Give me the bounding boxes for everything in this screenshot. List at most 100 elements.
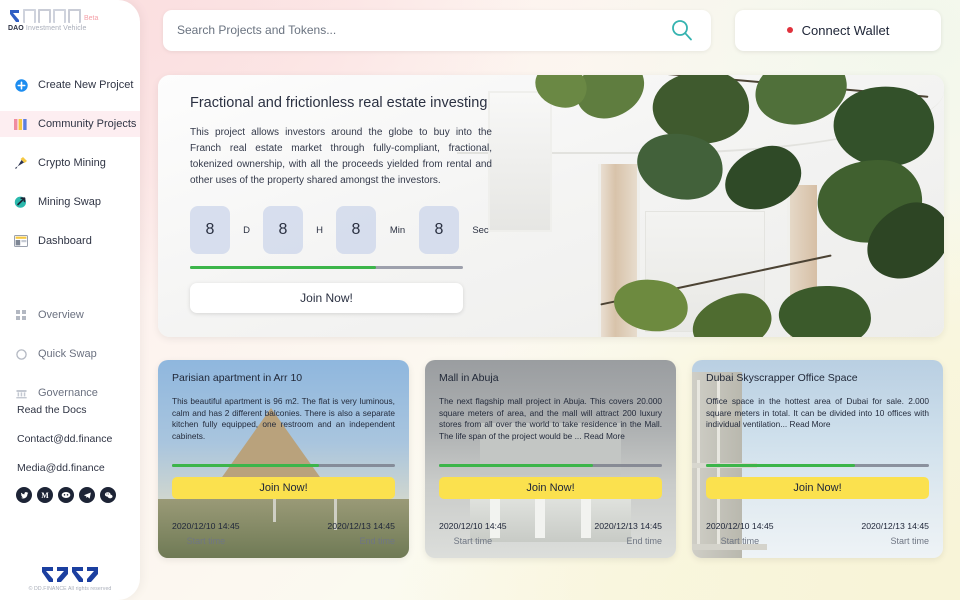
card-end-time-value: 2020/12/13 14:45	[327, 521, 395, 531]
card-end-time-label: End time	[359, 536, 395, 546]
card-times: 2020/12/10 14:45 Start time 2020/12/13 1…	[172, 521, 395, 546]
card-times: 2020/12/10 14:45 Start time 2020/12/13 1…	[439, 521, 662, 546]
card-start-time-value: 2020/12/10 14:45	[172, 521, 240, 531]
project-card[interactable]: Mall in Abuja The next flagship mall pro…	[425, 360, 676, 558]
card-start-time-label: Start time	[186, 536, 226, 546]
hero-content: Fractional and frictionless real estate …	[158, 75, 502, 313]
countdown-minutes-unit: Min	[389, 224, 406, 236]
sidebar-item-quick-swap[interactable]: Quick Swap	[0, 341, 140, 367]
countdown-days-value: 8	[190, 206, 230, 254]
card-end-time-label: End time	[626, 536, 662, 546]
social-links: M	[0, 482, 140, 503]
sidebar-item-label: Mining Swap	[38, 196, 101, 208]
brand-mark-icon	[8, 9, 81, 23]
countdown-hours-unit: H	[316, 224, 323, 236]
card-end-time-value: 2020/12/13 14:45	[594, 521, 662, 531]
countdown-timer: 8 D 8 H 8 Min 8 Sec	[190, 206, 502, 254]
card-progress-fill	[172, 464, 320, 467]
card-description-text: The next flagship mall project in Abuja.…	[439, 396, 662, 441]
card-description-text: This beautiful apartment is 96 m2. The f…	[172, 396, 395, 441]
sidebar-item-mining-swap[interactable]: Mining Swap	[0, 189, 140, 215]
footer-logo: © DD.FINANCE All rights reserved	[0, 566, 140, 592]
search-icon[interactable]	[671, 19, 693, 46]
bars-color-icon	[13, 116, 29, 132]
countdown-days-unit: D	[243, 224, 250, 236]
wechat-icon[interactable]	[100, 487, 116, 503]
sidebar-item-overview[interactable]: Overview	[0, 302, 140, 328]
countdown-seconds-unit: Sec	[472, 224, 489, 236]
search-input[interactable]	[163, 23, 643, 37]
sidebar-secondary-nav: Overview Quick Swap Governance	[0, 302, 140, 406]
card-end-time: 2020/12/13 14:45 End time	[594, 521, 662, 546]
card-progress-bar	[439, 464, 662, 467]
sidebar-primary-nav: Create New Projcet Community Projects Cr…	[0, 72, 140, 254]
search-bar[interactable]	[163, 9, 711, 51]
card-read-more-link[interactable]: Read More	[790, 419, 831, 429]
card-end-time: 2020/12/13 14:45 End time	[327, 521, 395, 546]
card-progress-fill	[706, 464, 856, 467]
link-read-the-docs[interactable]: Read the Docs	[0, 395, 140, 424]
project-card[interactable]: Dubai Skyscrapper Office Space Office sp…	[692, 360, 943, 558]
sidebar-item-label: Quick Swap	[38, 348, 97, 360]
project-card[interactable]: Parisian apartment in Arr 10 This beauti…	[158, 360, 409, 558]
sidebar-item-crypto-mining[interactable]: Crypto Mining	[0, 150, 140, 176]
brand-beta-badge: Beta	[84, 15, 99, 22]
sidebar-item-label: Community Projects	[38, 118, 137, 130]
footer-logo-mark-icon	[0, 566, 140, 583]
featured-project-banner: Fractional and frictionless real estate …	[158, 75, 944, 337]
brand-tagline-rest: Investment Vehicle	[23, 25, 87, 32]
card-start-time-value: 2020/12/10 14:45	[706, 521, 774, 531]
card-join-now-button[interactable]: Join Now!	[439, 477, 662, 499]
sidebar-item-label: Create New Projcet	[38, 79, 134, 91]
link-contact-email[interactable]: Contact@dd.finance	[0, 424, 140, 453]
card-body: Mall in Abuja The next flagship mall pro…	[425, 360, 676, 442]
medium-icon[interactable]: M	[37, 487, 53, 503]
card-times: 2020/12/10 14:45 Start time 2020/12/13 1…	[706, 521, 929, 546]
sidebar-item-community-projects[interactable]: Community Projects	[0, 111, 140, 137]
sidebar: Beta DAO Investment Vehicle Create New P…	[0, 0, 140, 600]
card-title: Parisian apartment in Arr 10	[172, 372, 303, 384]
card-description: The next flagship mall project in Abuja.…	[439, 396, 662, 442]
twitter-icon[interactable]	[16, 487, 32, 503]
card-progress-fill	[439, 464, 593, 467]
hero-progress-bar	[190, 266, 463, 269]
brand-tagline: DAO Investment Vehicle	[8, 25, 140, 32]
card-end-time: 2020/12/13 14:45 Start time	[861, 521, 929, 546]
connect-wallet-button[interactable]: Connect Wallet	[735, 9, 941, 51]
hero-progress-fill	[190, 266, 376, 269]
circle-icon	[13, 346, 29, 362]
card-join-now-button[interactable]: Join Now!	[706, 477, 929, 499]
grid-icon	[13, 307, 29, 323]
countdown-hours-value: 8	[263, 206, 303, 254]
hero-description: This project allows investors around the…	[190, 127, 492, 186]
card-start-time: 2020/12/10 14:45 Start time	[439, 521, 507, 546]
countdown-minutes-value: 8	[336, 206, 376, 254]
card-title: Dubai Skyscrapper Office Space	[706, 372, 858, 384]
sidebar-item-dashboard[interactable]: Dashboard	[0, 228, 140, 254]
discord-icon[interactable]	[58, 487, 74, 503]
top-header: Connect Wallet	[163, 9, 941, 51]
link-media-email[interactable]: Media@dd.finance	[0, 453, 140, 482]
hero-join-now-button[interactable]: Join Now!	[190, 283, 463, 313]
card-body: Dubai Skyscrapper Office Space Office sp…	[692, 360, 943, 431]
brand-logo[interactable]: Beta DAO Investment Vehicle	[0, 0, 140, 32]
card-progress-bar	[706, 464, 929, 467]
card-title: Mall in Abuja	[439, 372, 499, 384]
wallet-status-dot-icon	[786, 27, 793, 33]
card-read-more-link[interactable]: Read More	[584, 431, 625, 441]
copyright-text: © DD.FINANCE All rights reserved	[28, 586, 112, 592]
connect-wallet-label: Connect Wallet	[801, 22, 890, 38]
telegram-icon[interactable]	[79, 487, 95, 503]
app-root: Beta DAO Investment Vehicle Create New P…	[0, 0, 960, 600]
card-join-now-button[interactable]: Join Now!	[172, 477, 395, 499]
hammer-icon	[13, 155, 29, 171]
hero-title: Fractional and frictionless real estate …	[190, 95, 488, 111]
brand-arrow-icon	[10, 10, 19, 22]
swap-arrow-icon	[13, 194, 29, 210]
card-start-time: 2020/12/10 14:45 Start time	[172, 521, 240, 546]
sidebar-item-create-new-project[interactable]: Create New Projcet	[0, 72, 140, 98]
card-description: This beautiful apartment is 96 m2. The f…	[172, 396, 395, 442]
card-start-time-value: 2020/12/10 14:45	[439, 521, 507, 531]
brand-tagline-bold: DAO	[8, 25, 24, 32]
sidebar-item-label: Crypto Mining	[38, 157, 106, 169]
